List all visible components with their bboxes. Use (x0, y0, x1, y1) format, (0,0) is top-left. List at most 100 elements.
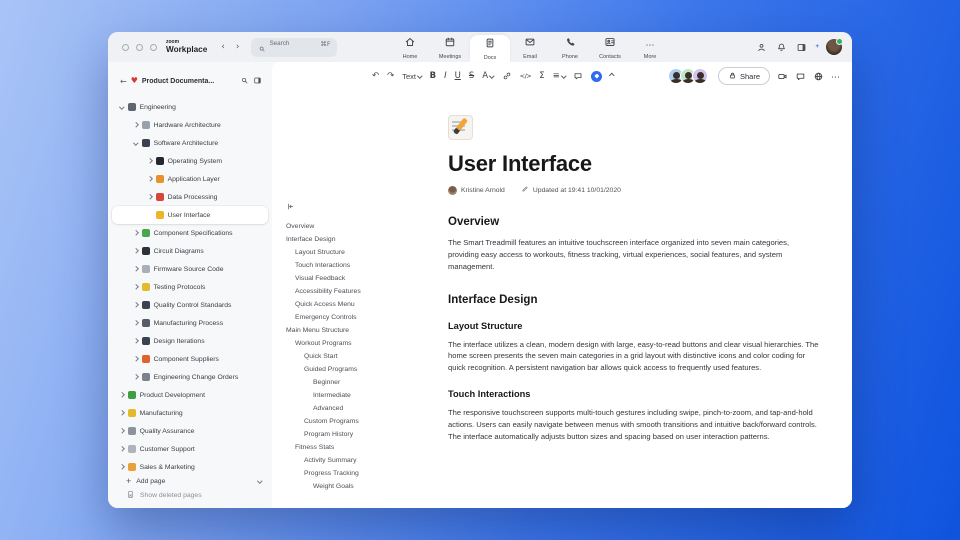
tab-contacts[interactable]: Contacts (590, 32, 630, 62)
redo-button[interactable]: ↷ (387, 71, 394, 81)
tree-item-customer-support[interactable]: Customer Support (112, 440, 268, 458)
share-button[interactable]: Share (717, 67, 770, 85)
link-button[interactable] (502, 71, 512, 81)
tab-email[interactable]: Email (510, 32, 550, 62)
tree-item-firmware-source-code[interactable]: Firmware Source Code (112, 260, 268, 278)
chat-button[interactable] (795, 71, 806, 82)
text-color-dropdown[interactable]: A (482, 71, 495, 81)
outline-item-quick-start[interactable]: Quick Start (286, 350, 438, 363)
chevron-right-icon[interactable] (133, 302, 139, 308)
outline-item-interface-design[interactable]: Interface Design (286, 233, 438, 246)
chevron-right-icon[interactable] (119, 410, 125, 416)
side-panel-toggle-icon[interactable] (796, 42, 807, 53)
chevron-down-icon[interactable] (119, 104, 125, 110)
ai-companion-button[interactable] (591, 70, 603, 82)
more-options-button[interactable]: ⋯ (831, 67, 840, 85)
window-controls[interactable] (122, 43, 157, 51)
outline-item-custom-programs[interactable]: Custom Programs (286, 415, 438, 428)
underline-button[interactable]: U (455, 71, 461, 81)
web-publish-button[interactable] (813, 71, 824, 82)
chevron-right-icon[interactable] (147, 176, 153, 182)
workspace-title[interactable]: Product Documenta... (142, 78, 236, 85)
code-button[interactable]: </> (520, 72, 532, 80)
comment-button[interactable] (573, 71, 583, 81)
tab-docs[interactable]: Docs (470, 35, 510, 62)
outline-item-workout-programs[interactable]: Workout Programs (286, 337, 438, 350)
tree-item-component-specifications[interactable]: Component Specifications (112, 224, 268, 242)
collapse-toolbar-button[interactable] (609, 73, 615, 79)
text-style-dropdown[interactable]: Text (402, 72, 423, 81)
italic-button[interactable]: I (444, 71, 447, 81)
tab-phone[interactable]: Phone (550, 32, 590, 62)
chevron-right-icon[interactable] (133, 338, 139, 344)
outline-item-advanced[interactable]: Advanced (286, 402, 438, 415)
tree-item-product-development[interactable]: Product Development (112, 386, 268, 404)
chevron-right-icon[interactable] (119, 392, 125, 398)
sidebar-search-icon[interactable] (240, 72, 249, 90)
minimize-window-button[interactable] (136, 43, 143, 51)
chevron-right-icon[interactable] (147, 158, 153, 164)
outline-item-visual-feedback[interactable]: Visual Feedback (286, 272, 438, 285)
tree-item-engineering-change-orders[interactable]: Engineering Change Orders (112, 368, 268, 386)
sidebar-panel-icon[interactable] (253, 72, 262, 90)
tree-item-engineering[interactable]: Engineering (112, 98, 268, 116)
chevron-right-icon[interactable] (133, 122, 139, 128)
chevron-right-icon[interactable] (133, 266, 139, 272)
equation-button[interactable]: Σ (539, 71, 544, 81)
tree-item-circuit-diagrams[interactable]: Circuit Diagrams (112, 242, 268, 260)
outline-item-progress-tracking[interactable]: Progress Tracking (286, 467, 438, 480)
tree-item-manufacturing[interactable]: Manufacturing (112, 404, 268, 422)
outline-item-program-history[interactable]: Program History (286, 428, 438, 441)
zoom-window-button[interactable] (150, 43, 157, 51)
chevron-right-icon[interactable] (133, 248, 139, 254)
status-person-icon[interactable] (756, 42, 767, 53)
outline-item-emergency-controls[interactable]: Emergency Controls (286, 311, 438, 324)
tab-home[interactable]: Home (390, 32, 430, 62)
tree-item-software-architecture[interactable]: Software Architecture (112, 134, 268, 152)
tab-more[interactable]: ⋯ More (630, 32, 670, 62)
chevron-right-icon[interactable] (133, 284, 139, 290)
tree-item-testing-protocols[interactable]: Testing Protocols (112, 278, 268, 296)
chevron-right-icon[interactable] (133, 320, 139, 326)
strikethrough-button[interactable]: S (469, 71, 474, 81)
outline-item-activity-summary[interactable]: Activity Summary (286, 454, 438, 467)
outline-collapse-icon[interactable] (286, 198, 438, 216)
list-format-dropdown[interactable]: ≡ (553, 71, 567, 81)
outline-item-overview[interactable]: Overview (286, 220, 438, 233)
undo-button[interactable]: ↶ (372, 71, 379, 81)
show-deleted-pages-row[interactable]: Show deleted pages (108, 486, 272, 504)
nav-forward-icon[interactable]: › (236, 42, 240, 52)
outline-item-fitness-stats[interactable]: Fitness Stats (286, 441, 438, 454)
tree-item-user-interface[interactable]: User Interface (112, 206, 268, 224)
notifications-bell-icon[interactable] (776, 42, 787, 53)
tree-item-design-iterations[interactable]: Design Iterations (112, 332, 268, 350)
tree-item-data-processing[interactable]: Data Processing (112, 188, 268, 206)
user-avatar[interactable] (826, 38, 843, 55)
outline-item-weight-goals[interactable]: Weight Goals (286, 480, 438, 493)
nav-back-icon[interactable]: ‹ (221, 42, 225, 52)
chevron-right-icon[interactable] (119, 428, 125, 434)
chevron-right-icon[interactable] (119, 464, 125, 470)
sidebar-back-icon[interactable]: ← (120, 77, 127, 86)
outline-item-intermediate[interactable]: Intermediate (286, 389, 438, 402)
tree-item-quality-assurance[interactable]: Quality Assurance (112, 422, 268, 440)
tree-item-component-suppliers[interactable]: Component Suppliers (112, 350, 268, 368)
tree-item-application-layer[interactable]: Application Layer (112, 170, 268, 188)
page-memo-icon[interactable] (448, 115, 473, 140)
add-page-row[interactable]: + Add page (108, 476, 272, 486)
tree-item-hardware-architecture[interactable]: Hardware Architecture (112, 116, 268, 134)
outline-item-beginner[interactable]: Beginner (286, 376, 438, 389)
tab-meetings[interactable]: Meetings (430, 32, 470, 62)
add-page-collapse-chevron-icon[interactable] (257, 478, 263, 484)
tree-item-quality-control-standards[interactable]: Quality Control Standards (112, 296, 268, 314)
global-search-input[interactable]: Search ⌘F (251, 37, 338, 57)
outline-item-quick-access-menu[interactable]: Quick Access Menu (286, 298, 438, 311)
chevron-right-icon[interactable] (147, 194, 153, 200)
outline-item-accessibility-features[interactable]: Accessibility Features (286, 285, 438, 298)
tree-item-manufacturing-process[interactable]: Manufacturing Process (112, 314, 268, 332)
chevron-right-icon[interactable] (119, 446, 125, 452)
collaborator-avatar-3[interactable] (691, 68, 708, 84)
outline-item-guided-programs[interactable]: Guided Programs (286, 363, 438, 376)
chevron-down-icon[interactable] (133, 140, 139, 146)
tree-item-operating-system[interactable]: Operating System (112, 152, 268, 170)
